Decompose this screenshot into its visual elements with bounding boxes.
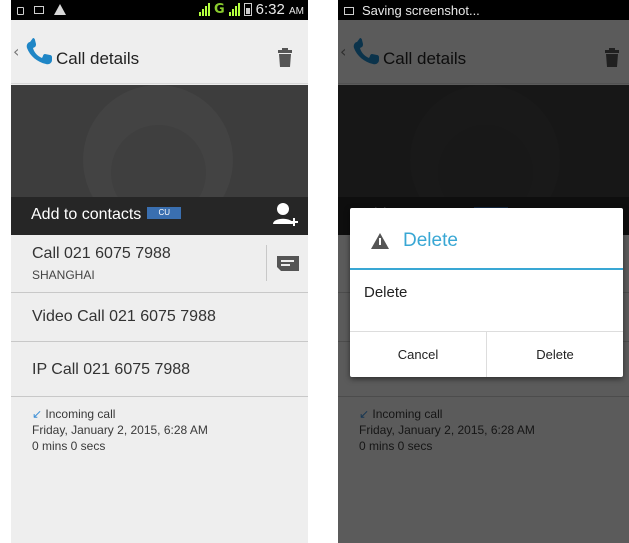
add-contact-icon[interactable] <box>272 202 298 230</box>
status-bar: Saving screenshot... <box>338 0 629 20</box>
list-item-call[interactable]: Call 021 6075 7988 SHANGHAI <box>11 235 308 293</box>
status-bar: G 6:32 AM <box>11 0 308 20</box>
divider <box>266 245 267 281</box>
signal-icon-2 <box>228 3 240 16</box>
call-details-screen: G 6:32 AM ‹ Call details Add to contacts… <box>11 0 308 543</box>
action-bar: ‹ Call details <box>11 20 308 84</box>
dialog-header: Delete <box>350 208 623 270</box>
call-number: Call 021 6075 7988 <box>32 245 171 262</box>
clock: 6:32 AM <box>256 1 304 18</box>
call-duration: 0 mins 0 secs <box>32 439 106 453</box>
ip-call-number: IP Call 021 6075 7988 <box>32 361 191 378</box>
add-to-contacts-bar[interactable]: Add to contacts CU <box>11 197 308 235</box>
dialog-buttons: Cancel Delete <box>350 331 623 377</box>
phone-app-icon[interactable] <box>24 38 56 66</box>
warning-icon <box>54 4 66 15</box>
screenshot-icon <box>34 5 44 14</box>
lock-icon <box>17 7 24 15</box>
cancel-button[interactable]: Cancel <box>350 332 486 377</box>
signal-icon <box>198 3 210 16</box>
contact-photo <box>11 85 308 197</box>
call-details-screen-dialog: Saving screenshot... ‹ Call details Add … <box>338 0 629 543</box>
incoming-arrow-icon: ↙ <box>32 407 43 421</box>
add-to-contacts-label: Add to contacts CU <box>31 206 182 224</box>
clock-time: 6:32 <box>255 1 285 18</box>
clock-ampm: AM <box>289 6 304 17</box>
network-type: G <box>213 1 225 17</box>
dialog-title: Delete <box>403 230 458 251</box>
back-chevron-icon[interactable]: ‹ <box>13 42 19 61</box>
screenshot-icon <box>344 6 354 15</box>
battery-icon <box>243 3 252 16</box>
call-options-list: Call 021 6075 7988 SHANGHAI Video Call 0… <box>11 235 308 397</box>
call-date: Friday, January 2, 2015, 6:28 AM <box>32 423 208 437</box>
delete-icon[interactable] <box>278 48 292 67</box>
list-item-video-call[interactable]: Video Call 021 6075 7988 <box>11 293 308 342</box>
notification-text: Saving screenshot... <box>362 3 480 18</box>
confirm-delete-button[interactable]: Delete <box>486 332 623 377</box>
message-icon[interactable] <box>277 256 299 271</box>
delete-dialog: Delete Delete Cancel Delete <box>350 208 623 377</box>
call-type: Incoming call <box>45 407 116 421</box>
call-location: SHANGHAI <box>32 268 95 282</box>
dialog-message: Delete <box>364 284 408 301</box>
list-item-ip-call[interactable]: IP Call 021 6075 7988 <box>11 342 308 397</box>
sim-badge: CU <box>147 206 182 219</box>
add-to-contacts-text: Add to contacts <box>31 206 142 223</box>
video-call-number: Video Call 021 6075 7988 <box>32 308 216 325</box>
call-history: ↙ Incoming call Friday, January 2, 2015,… <box>32 406 208 454</box>
page-title: Call details <box>56 49 140 68</box>
